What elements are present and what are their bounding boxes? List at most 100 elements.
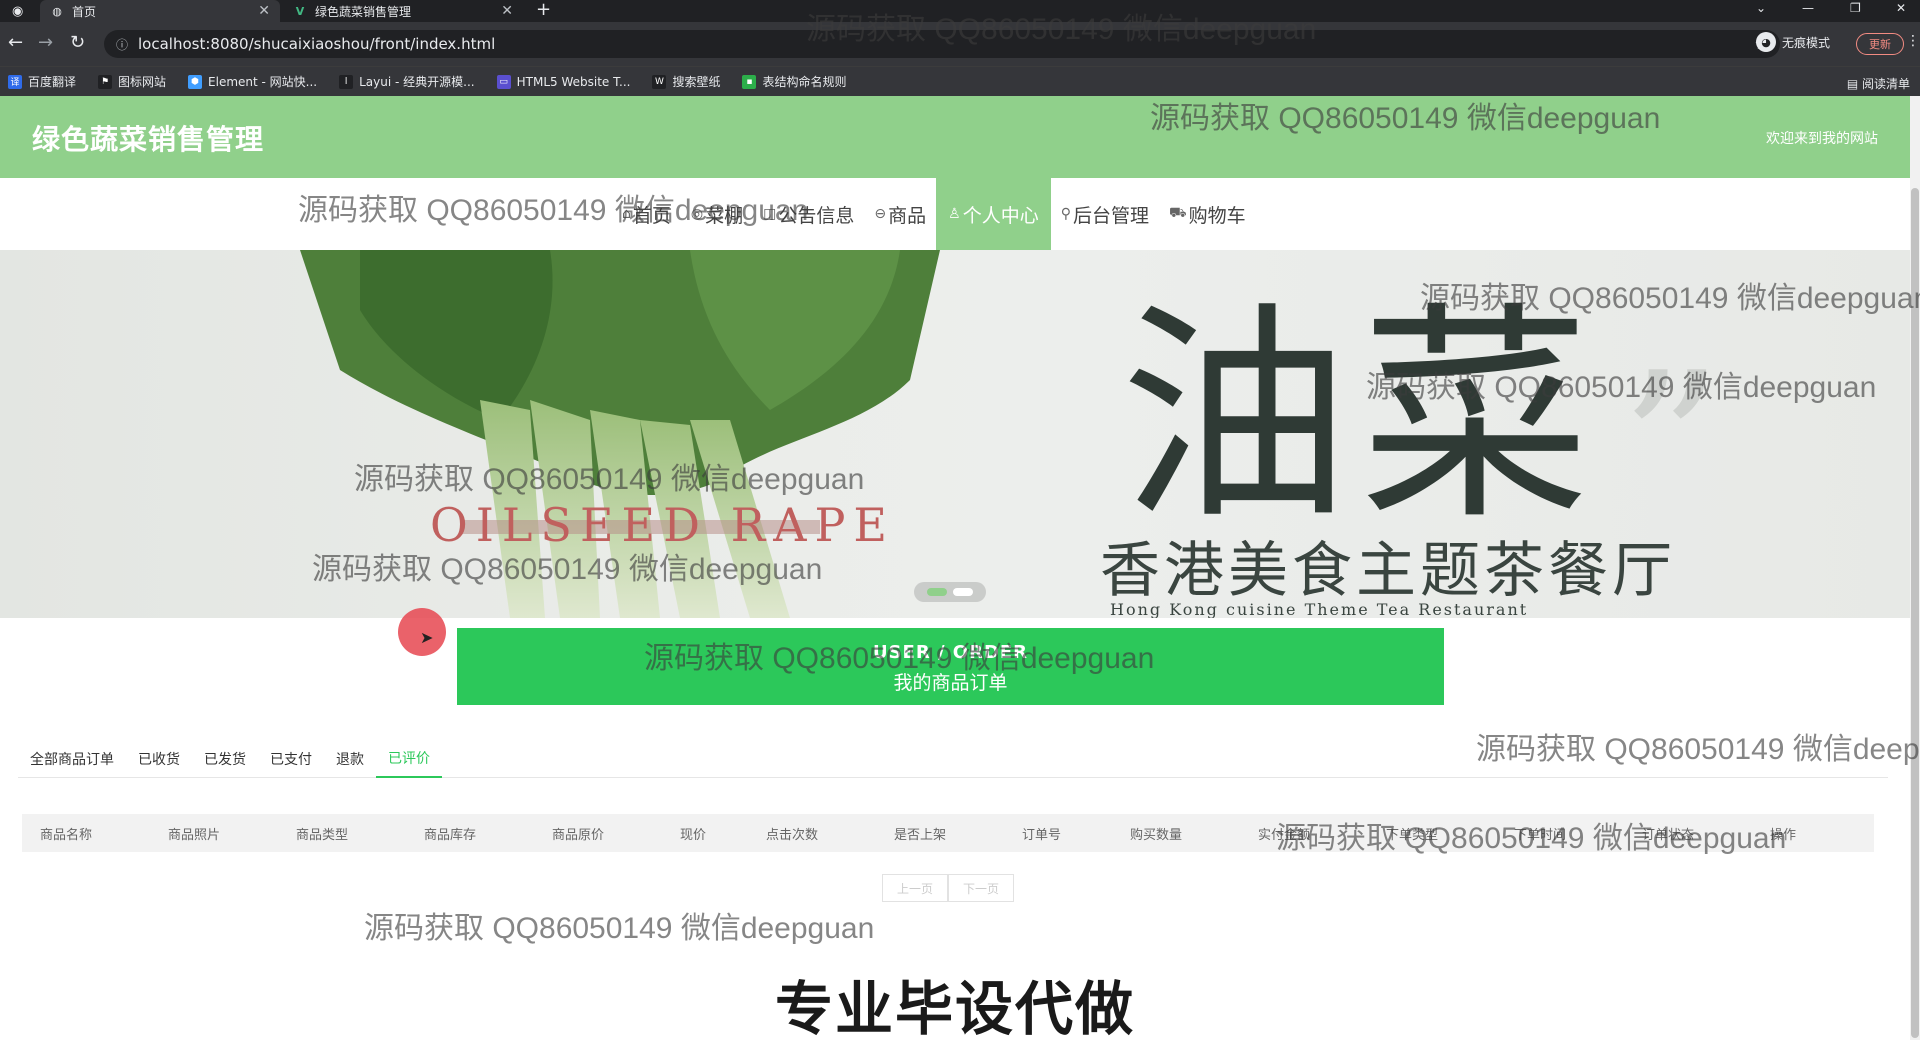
notice-icon: ◫ [763, 206, 777, 222]
bookmark-label: 百度翻译 [28, 75, 77, 89]
forward-icon[interactable]: → [38, 32, 53, 53]
table-header-cell: 订单状态 [1642, 827, 1695, 843]
new-tab-button[interactable]: + [536, 0, 551, 22]
back-icon[interactable]: ← [8, 32, 23, 53]
table-header-cell: 商品类型 [296, 827, 349, 843]
nav-item-home[interactable]: ⌂ 首页 [612, 178, 681, 250]
nav-item-notice[interactable]: ◫ 公告信息 [753, 178, 864, 250]
home-icon: ⌂ [622, 206, 631, 222]
reading-list-label: 阅读清单 [1861, 77, 1910, 91]
reading-list-button[interactable]: ▤ 阅读清单 [1847, 75, 1910, 92]
tab-title: 绿色蔬菜销售管理 [315, 4, 412, 19]
bookmark-icon: ⬢ [188, 74, 203, 89]
welcome-text: 欢迎来到我的网站 [1766, 131, 1878, 147]
section-title-box: USER / ORDER 我的商品订单 [457, 628, 1444, 705]
bookmark-item[interactable]: l Layui - 经典开源模... [339, 73, 475, 90]
incognito-indicator[interactable]: ◕ 无痕模式 [1756, 32, 1830, 52]
nav-item-user[interactable]: ♙ 个人中心 [936, 178, 1051, 250]
order-tabs: 全部商品订单 已收货 已发货 已支付 退款 已评价 [18, 740, 1888, 778]
nav-item-goods[interactable]: ⊖ 商品 [864, 178, 936, 250]
address-bar-row: ← → ↻ ⓘ localhost:8080/shucaixiaoshou/fr… [0, 22, 1920, 66]
table-header-cell: 商品照片 [168, 827, 221, 843]
user-icon: ♙ [948, 206, 961, 222]
bookmark-item[interactable]: ⬢ Element - 网站快... [188, 73, 317, 90]
table-header-cell: 点击次数 [766, 827, 819, 843]
close-window-button[interactable]: ✕ [1896, 0, 1906, 22]
url-text: localhost:8080/shucaixiaoshou/front/inde… [138, 35, 496, 53]
reload-icon[interactable]: ↻ [70, 32, 85, 53]
bookmark-item[interactable]: ▪ 表结构命名规则 [742, 73, 846, 90]
vegetable-image [300, 250, 940, 618]
table-header-cell: 是否上架 [894, 827, 947, 843]
nav-item-cart[interactable]: ⛟ 购物车 [1159, 178, 1256, 250]
nav-label: 商品 [888, 204, 927, 227]
site-header: 绿色蔬菜销售管理 欢迎来到我的网站 [0, 96, 1910, 178]
bookmark-label: 表结构命名规则 [762, 75, 847, 89]
bookmarks-bar: 译百度翻译 ⚑ 图标网站 ⬢ Element - 网站快... l Layui - 经典开源… [0, 66, 1920, 96]
section-title-en: USER / ORDER [872, 642, 1029, 663]
nav-item-link[interactable]: ⚲ 后台管理 [1051, 178, 1159, 250]
more-menu-icon[interactable]: ⋮ [1906, 33, 1920, 49]
update-button[interactable]: 更新 [1856, 33, 1904, 55]
nav-items: ⌂ 首页 ◎ 菜棚 ◫ 公告信息 ⊖ 商品 ♙ 个人中心 ⚲ 后台管理 ⛟ 购物车 [612, 178, 1256, 250]
order-tab[interactable]: 已支付 [258, 740, 324, 778]
chrome-menu-icon[interactable]: ◉ [12, 4, 28, 19]
nav-item-tent[interactable]: ◎ 菜棚 [681, 178, 753, 250]
carousel-dot[interactable] [953, 588, 973, 596]
nav-label: 后台管理 [1072, 204, 1149, 227]
cart-icon: ⛟ [1169, 205, 1187, 221]
url-input[interactable]: ⓘ localhost:8080/shucaixiaoshou/front/in… [104, 30, 1780, 58]
update-label: 更新 [1869, 38, 1891, 51]
incognito-label: 无痕模式 [1782, 35, 1831, 50]
scrollbar-thumb[interactable] [1911, 188, 1919, 1038]
order-tab[interactable]: 退款 [324, 740, 376, 778]
bookmark-icon: l [339, 74, 354, 89]
vue-icon: V [295, 4, 305, 18]
banner-small-text: Hong Kong cuisine Theme Tea Restaurant [1110, 600, 1529, 618]
link-icon: ⚲ [1060, 206, 1071, 222]
nav-label: 菜棚 [705, 204, 744, 227]
order-tab[interactable]: 已评价 [376, 740, 442, 778]
watermark: 源码获取 QQ86050149 微信deepguan [364, 912, 875, 945]
bookmark-icon: 译 [8, 74, 22, 89]
section-title-cn: 我的商品订单 [893, 672, 1008, 694]
next-page-button[interactable]: 下一页 [948, 874, 1014, 902]
table-header-cell: 商品原价 [552, 827, 605, 843]
order-tab[interactable]: 已收货 [126, 740, 192, 778]
bookmark-item[interactable]: 译百度翻译 [8, 73, 76, 90]
bookmark-item[interactable]: W 搜索壁纸 [652, 73, 720, 90]
bookmark-item[interactable]: ⚑ 图标网站 [98, 73, 166, 90]
bookmark-label: 图标网站 [118, 75, 167, 89]
info-icon[interactable]: ⓘ [116, 36, 128, 53]
nav-label: 购物车 [1188, 204, 1246, 227]
tab-admin[interactable]: V 绿色蔬菜销售管理 ✕ [283, 0, 523, 22]
order-tab[interactable]: 全部商品订单 [18, 740, 126, 778]
chevron-down-icon[interactable]: ⌄ [1756, 0, 1766, 22]
orders-table-header: 商品名称 商品照片 商品类型 商品库存 商品原价 现价 点击次数 是否上架 订单号 购买数量 实付金… [22, 814, 1874, 852]
tab-home[interactable]: ◍ 首页 ✕ [40, 0, 280, 22]
bookmark-label: Element - 网站快... [208, 75, 318, 89]
pagination: 上一页 下一页 [882, 874, 1014, 902]
carousel-dot[interactable] [927, 588, 947, 596]
prev-page-button[interactable]: 上一页 [882, 874, 948, 902]
bookmark-item[interactable]: ▭ HTML5 Website T... [496, 74, 631, 89]
banner-carousel[interactable]: OILSEED RAPE 油菜 ” 香港美食主题茶餐厅 Hong Kong cu… [0, 250, 1910, 618]
list-icon: ▤ [1846, 77, 1859, 91]
order-tab[interactable]: 已发货 [192, 740, 258, 778]
browser-tab-strip: ◉ ◍ 首页 ✕ V 绿色蔬菜销售管理 ✕ + ⌄ — ❐ ✕ [0, 0, 1920, 22]
bookmark-icon: ▭ [496, 74, 511, 89]
banner-english-text: OILSEED RAPE [430, 498, 895, 552]
bookmark-label: HTML5 Website T... [516, 74, 631, 89]
minimize-button[interactable]: — [1802, 0, 1814, 22]
nav-label: 首页 [632, 204, 671, 227]
close-icon[interactable]: ✕ [258, 3, 270, 19]
table-header-cell: 下单时间 [1514, 827, 1567, 843]
nav-label: 公告信息 [778, 204, 855, 227]
video-caption: 专业毕设代做 [774, 975, 1135, 1043]
main-nav: ⌂ 首页 ◎ 菜棚 ◫ 公告信息 ⊖ 商品 ♙ 个人中心 ⚲ 后台管理 ⛟ 购物车 [0, 178, 1910, 250]
table-header-cell: 商品名称 [40, 827, 93, 843]
bookmark-icon: ▪ [742, 74, 757, 89]
restore-button[interactable]: ❐ [1850, 0, 1861, 22]
close-icon[interactable]: ✕ [501, 3, 513, 19]
carousel-indicator [914, 582, 986, 602]
